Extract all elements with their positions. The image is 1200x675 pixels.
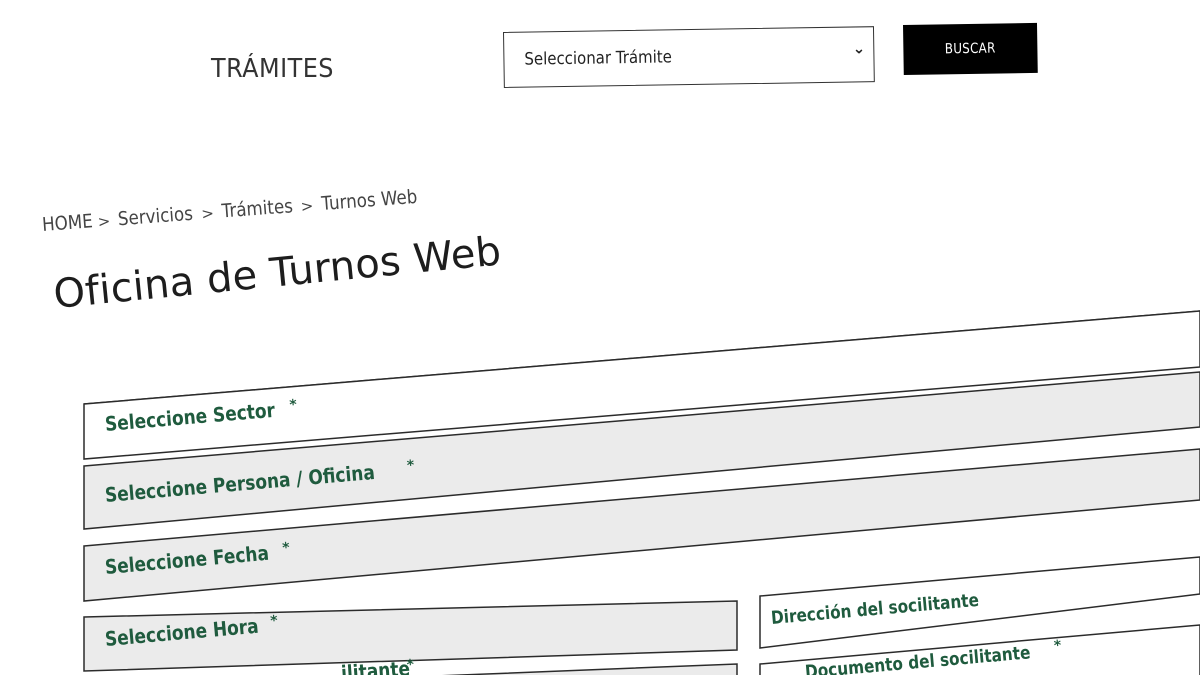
required-mark: *	[1053, 637, 1063, 655]
required-mark: *	[406, 457, 416, 475]
required-mark: *	[269, 612, 279, 630]
required-mark: *	[281, 539, 291, 557]
required-mark: *	[288, 396, 298, 414]
form-frame	[83, 310, 1200, 675]
